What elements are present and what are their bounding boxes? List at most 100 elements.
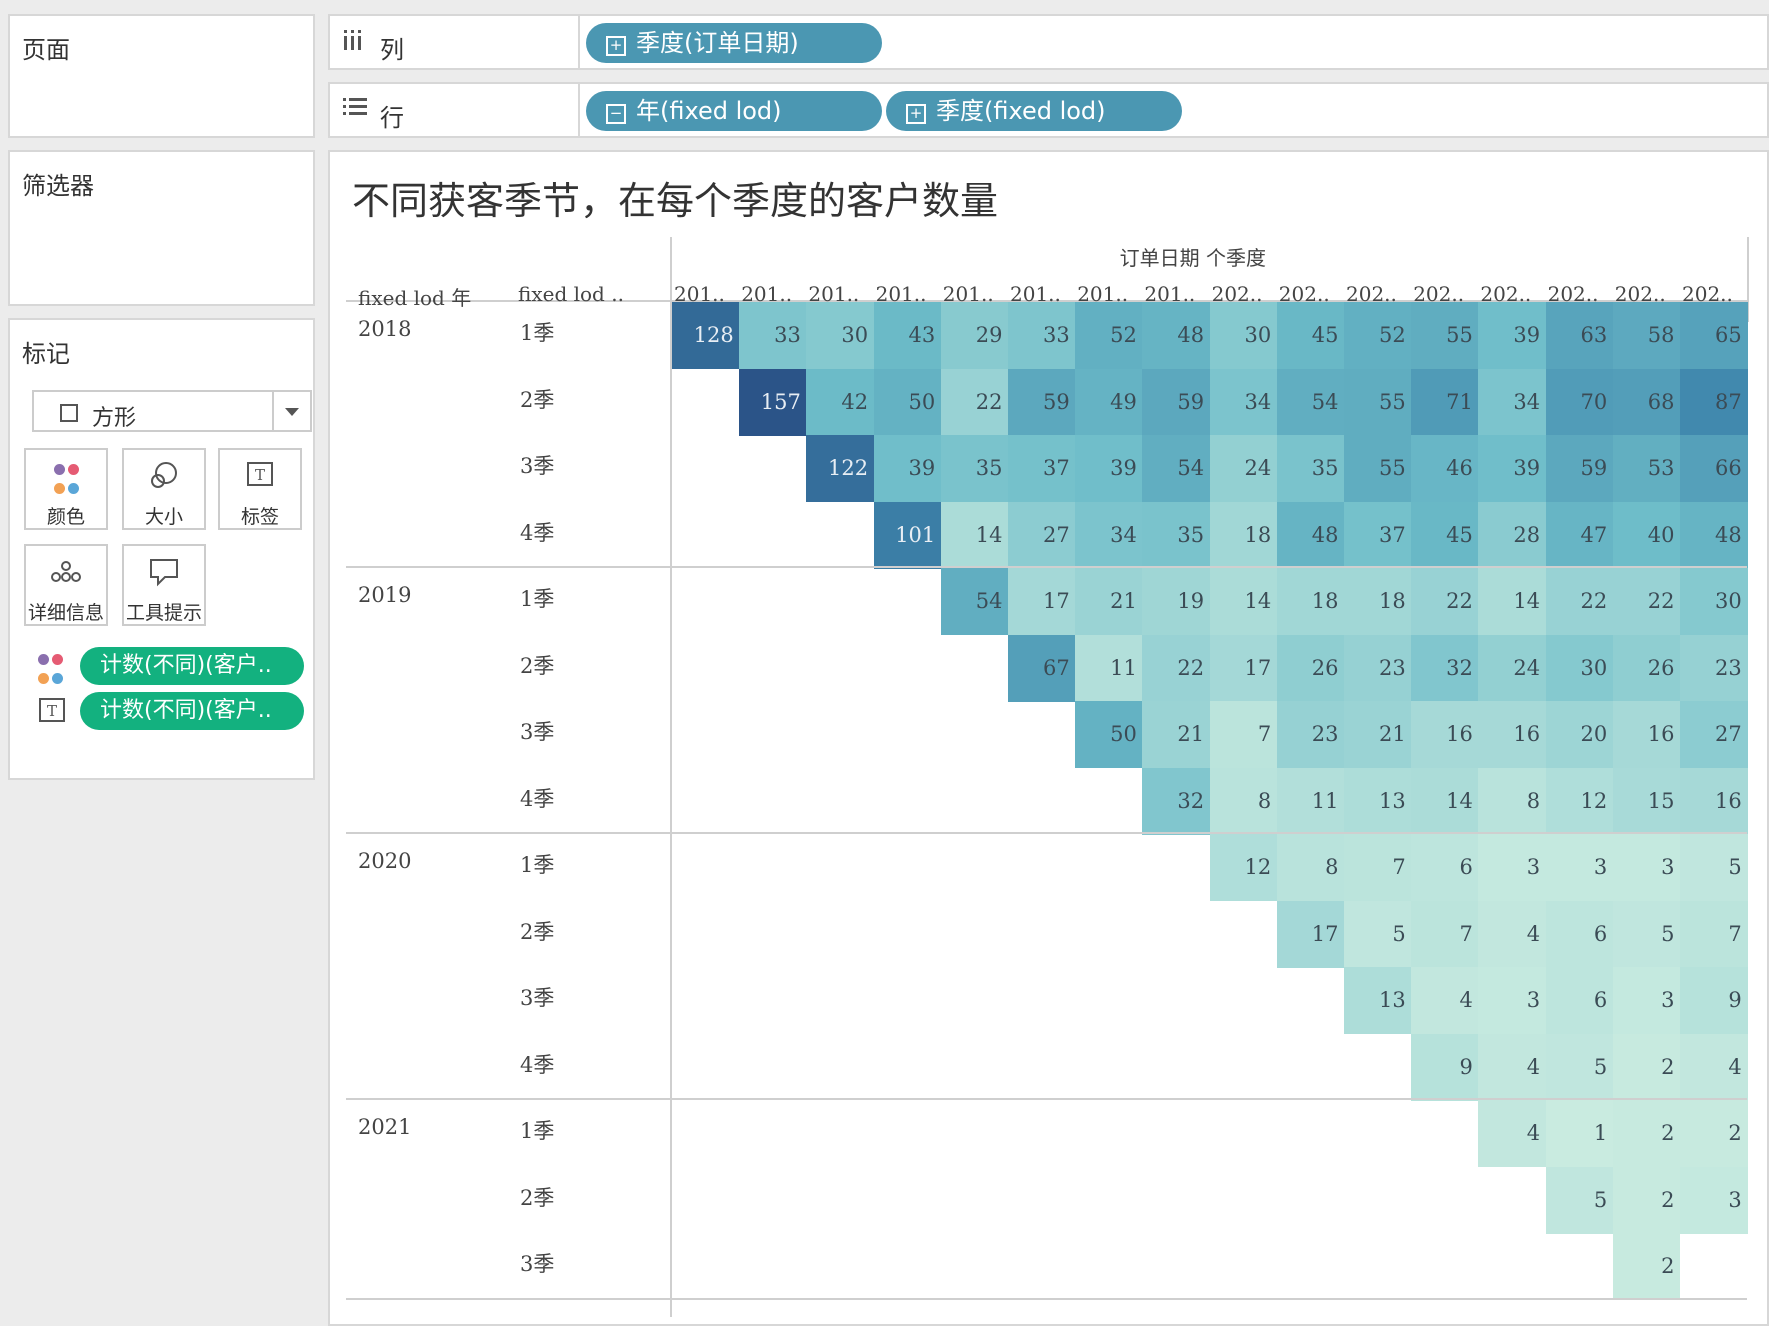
heatmap-cell[interactable]: 12 (1545, 767, 1614, 835)
heatmap-cell[interactable]: 17 (1276, 900, 1345, 968)
heatmap-cell[interactable]: 23 (1680, 634, 1748, 702)
heatmap-cell[interactable]: 22 (1612, 568, 1681, 635)
heatmap-cell[interactable]: 39 (873, 435, 942, 502)
collapse-icon[interactable]: − (606, 104, 626, 124)
pages-panel[interactable]: 页面 (8, 14, 315, 138)
heatmap-cell[interactable]: 12 (1209, 834, 1278, 901)
heatmap-cell[interactable]: 128 (672, 302, 740, 369)
heatmap-cell[interactable]: 9 (1680, 967, 1748, 1034)
heatmap-cell[interactable]: 3 (1612, 967, 1681, 1034)
heatmap-cell[interactable]: 54 (1276, 368, 1345, 436)
size-card[interactable]: 大小 (122, 448, 206, 530)
heatmap-cell[interactable]: 24 (1478, 634, 1547, 702)
heatmap-cell[interactable]: 49 (1075, 368, 1143, 436)
heatmap-cell[interactable]: 87 (1680, 368, 1748, 436)
heatmap-cell[interactable]: 18 (1344, 568, 1412, 635)
color-card[interactable]: 颜色 (24, 448, 108, 530)
heatmap-cell[interactable]: 22 (1142, 634, 1211, 702)
heatmap-cell[interactable]: 5 (1344, 900, 1412, 968)
heatmap-cell[interactable]: 54 (1142, 435, 1211, 502)
heatmap-cell[interactable]: 22 (1411, 568, 1479, 635)
heatmap-cell[interactable]: 34 (1209, 368, 1278, 436)
heatmap-cell[interactable]: 21 (1142, 701, 1211, 768)
heatmap-cell[interactable]: 3 (1612, 834, 1681, 901)
heatmap-cell[interactable]: 8 (1209, 767, 1278, 835)
heatmap-cell[interactable]: 52 (1075, 302, 1143, 369)
heatmap-cell[interactable]: 67 (1008, 634, 1076, 702)
heatmap-cell[interactable]: 39 (1478, 302, 1547, 369)
row-pill-quarter-fixed-lod[interactable]: + 季度(fixed lod) (886, 91, 1182, 131)
heatmap-cell[interactable]: 48 (1680, 501, 1748, 569)
heatmap-cell[interactable]: 122 (806, 435, 875, 502)
heatmap-cell[interactable]: 16 (1411, 701, 1479, 768)
label-card[interactable]: T 标签 (218, 448, 302, 530)
chevron-down-icon[interactable] (272, 392, 310, 430)
heatmap-cell[interactable]: 14 (1209, 568, 1278, 635)
heatmap-cell[interactable]: 50 (1075, 701, 1143, 768)
heatmap-cell[interactable]: 22 (1545, 568, 1614, 635)
heatmap-cell[interactable]: 14 (940, 501, 1009, 569)
tooltip-card[interactable]: 工具提示 (122, 544, 206, 626)
heatmap-cell[interactable]: 7 (1680, 900, 1748, 968)
heatmap-cell[interactable]: 5 (1612, 900, 1681, 968)
heatmap-cell[interactable]: 5 (1545, 1033, 1614, 1101)
heatmap-cell[interactable]: 11 (1075, 634, 1143, 702)
heatmap-cell[interactable]: 4 (1478, 900, 1547, 968)
heatmap-cell[interactable]: 26 (1612, 634, 1681, 702)
heatmap-cell[interactable]: 16 (1478, 701, 1547, 768)
heatmap-cell[interactable]: 7 (1344, 834, 1412, 901)
heatmap-cell[interactable]: 32 (1411, 634, 1479, 702)
heatmap-cell[interactable]: 59 (1008, 368, 1076, 436)
heatmap-cell[interactable]: 3 (1478, 967, 1547, 1034)
heatmap-cell[interactable]: 55 (1411, 302, 1479, 369)
heatmap-cell[interactable]: 7 (1209, 701, 1278, 768)
heatmap-cell[interactable]: 21 (1344, 701, 1412, 768)
heatmap-cell[interactable]: 47 (1545, 501, 1614, 569)
heatmap-cell[interactable]: 59 (1545, 435, 1614, 502)
heatmap-cell[interactable]: 63 (1545, 302, 1614, 369)
heatmap-cell[interactable]: 16 (1680, 767, 1748, 835)
heatmap-cell[interactable]: 50 (873, 368, 942, 436)
heatmap-cell[interactable]: 7 (1411, 900, 1479, 968)
heatmap-cell[interactable]: 39 (1075, 435, 1143, 502)
heatmap-cell[interactable]: 5 (1680, 834, 1748, 901)
heatmap-cell[interactable]: 17 (1209, 634, 1278, 702)
heatmap-cell[interactable]: 54 (940, 568, 1009, 635)
heatmap-cell[interactable]: 43 (873, 302, 942, 369)
heatmap-cell[interactable]: 18 (1276, 568, 1345, 635)
heatmap-cell[interactable]: 4 (1478, 1100, 1547, 1167)
row-pill-year-fixed-lod[interactable]: − 年(fixed lod) (586, 91, 882, 131)
heatmap-cell[interactable]: 37 (1344, 501, 1412, 569)
heatmap-cell[interactable]: 13 (1344, 767, 1412, 835)
heatmap-cell[interactable]: 19 (1142, 568, 1211, 635)
heatmap-cell[interactable]: 21 (1075, 568, 1143, 635)
heatmap-cell[interactable]: 4 (1411, 967, 1479, 1034)
heatmap-cell[interactable]: 6 (1411, 834, 1479, 901)
heatmap-cell[interactable]: 13 (1344, 967, 1412, 1034)
heatmap-cell[interactable]: 22 (940, 368, 1009, 436)
heatmap-cell[interactable]: 3 (1680, 1166, 1748, 1234)
heatmap-cell[interactable]: 55 (1344, 368, 1412, 436)
heatmap-cell[interactable]: 27 (1680, 701, 1748, 768)
heatmap-cell[interactable]: 52 (1344, 302, 1412, 369)
heatmap-cell[interactable]: 33 (1008, 302, 1076, 369)
heatmap-cell[interactable]: 46 (1411, 435, 1479, 502)
heatmap-cell[interactable]: 24 (1209, 435, 1278, 502)
heatmap-cell[interactable]: 2 (1612, 1100, 1681, 1167)
heatmap-cell[interactable]: 30 (1545, 634, 1614, 702)
heatmap-cell[interactable]: 35 (1276, 435, 1345, 502)
heatmap-cell[interactable]: 42 (806, 368, 875, 436)
columns-shelf[interactable]: 列 + 季度(订单日期) (328, 14, 1769, 70)
heatmap-cell[interactable]: 58 (1612, 302, 1681, 369)
heatmap-cell[interactable]: 48 (1142, 302, 1211, 369)
heatmap-cell[interactable]: 55 (1344, 435, 1412, 502)
heatmap-cell[interactable]: 3 (1478, 834, 1547, 901)
expand-icon[interactable]: + (906, 104, 926, 124)
heatmap-cell[interactable]: 45 (1276, 302, 1345, 369)
column-pill-quarter-order-date[interactable]: + 季度(订单日期) (586, 23, 882, 63)
heatmap-cell[interactable]: 28 (1478, 501, 1547, 569)
heatmap-cell[interactable]: 23 (1276, 701, 1345, 768)
heatmap-cell[interactable]: 6 (1545, 967, 1614, 1034)
rows-shelf[interactable]: 行 − 年(fixed lod) + 季度(fixed lod) (328, 82, 1769, 138)
heatmap-cell[interactable]: 101 (873, 501, 942, 569)
